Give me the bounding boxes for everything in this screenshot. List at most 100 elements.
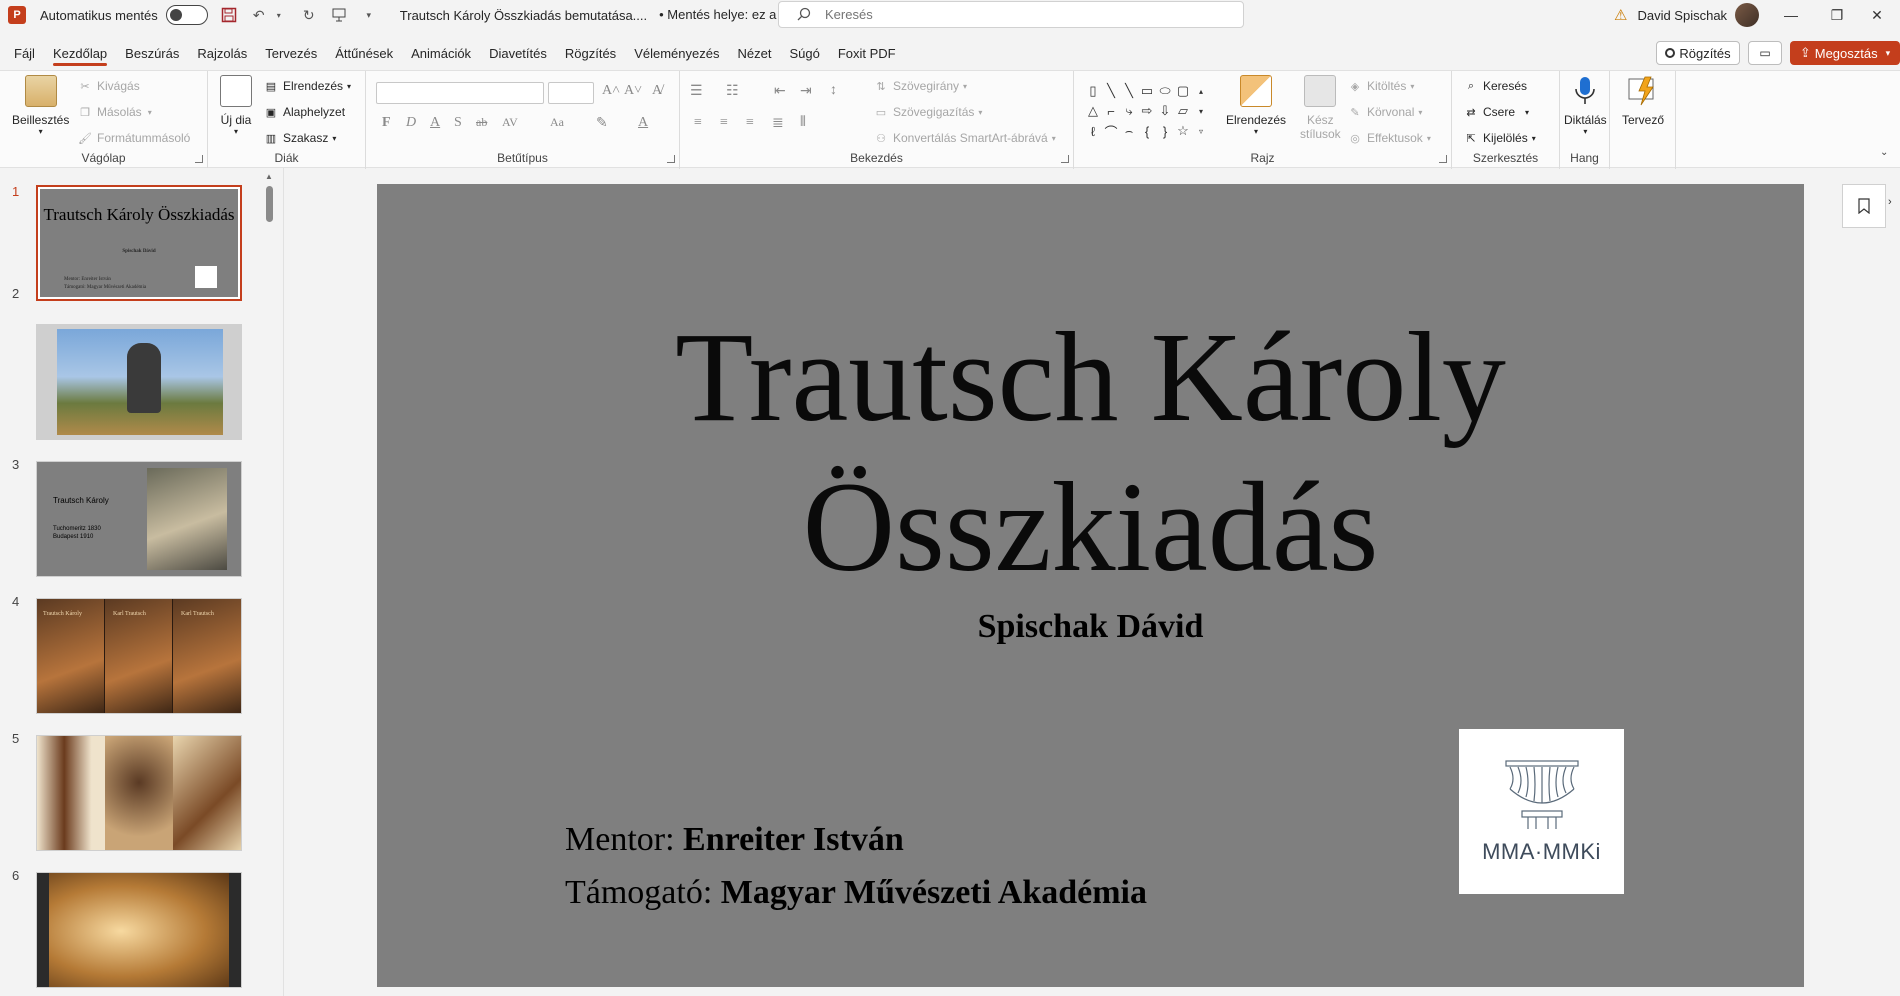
oval-icon[interactable]: ⬭ (1156, 81, 1174, 101)
tab-help[interactable]: Súgó (789, 41, 819, 66)
elbow-connector-icon[interactable]: ⌐ (1102, 101, 1120, 121)
text-direction-button[interactable]: ⇅ Szövegirány ▾ (874, 79, 967, 93)
dialog-launcher-icon[interactable] (1439, 155, 1447, 163)
shadow-button[interactable]: S (454, 115, 462, 131)
bullets-icon[interactable]: ☰ (690, 83, 703, 100)
slide-thumbnail-6[interactable] (36, 872, 242, 988)
shrink-font-icon[interactable]: A˅ (624, 83, 642, 99)
rectangle-icon[interactable]: ▭ (1138, 81, 1156, 101)
scrollbar-thumb[interactable] (266, 186, 273, 222)
tab-transitions[interactable]: Áttűnések (335, 41, 393, 66)
change-case-button[interactable]: Aa (550, 115, 564, 130)
dialog-launcher-icon[interactable] (667, 155, 675, 163)
pane-divider[interactable] (283, 168, 284, 996)
format-painter-button[interactable]: 🖌 Formátummásoló (78, 131, 190, 145)
tab-view[interactable]: Nézet (737, 41, 771, 66)
tab-record[interactable]: Rögzítés (565, 41, 616, 66)
slide-thumbnail-2[interactable] (36, 324, 242, 440)
line-spacing-icon[interactable]: ↕ (830, 83, 837, 99)
redo-icon[interactable]: ↻ (300, 6, 318, 24)
layout-button[interactable]: ▤ Elrendezés ▾ (264, 79, 351, 93)
highlight-icon[interactable]: ✎ (596, 115, 608, 132)
select-button[interactable]: ⇱ Kijelölés ▾ (1464, 131, 1535, 145)
present-icon[interactable] (330, 6, 348, 24)
bookmark-icon[interactable] (1842, 184, 1886, 228)
tab-foxit-pdf[interactable]: Foxit PDF (838, 41, 896, 66)
slide-thumbnail-3[interactable]: Trautsch Károly Tuchomeritz 1830 Budapes… (36, 461, 242, 577)
tab-file[interactable]: Fájl (14, 41, 35, 66)
shapes-gallery[interactable]: ▯ ╲ ╲ ▭ ⬭ ▢ ▴ △ ⌐ ⤷ ⇨ ⇩ ▱ ▾ ℓ ⌒ ⌢{} ☆ ▿ (1084, 81, 1216, 141)
chevron-right-icon[interactable]: › (1888, 196, 1892, 208)
section-button[interactable]: ▥ Szakasz ▾ (264, 131, 337, 145)
mma-logo[interactable]: MMA·MMKi (1459, 729, 1624, 894)
user-area[interactable]: ⚠ David Spischak (1614, 0, 1760, 30)
dialog-launcher-icon[interactable] (195, 155, 203, 163)
find-button[interactable]: ⌕ Keresés (1464, 79, 1527, 93)
comments-button[interactable]: ▭ (1748, 41, 1782, 65)
slide-thumbnail-5[interactable] (36, 735, 242, 851)
numbering-icon[interactable]: ☷ (726, 83, 739, 100)
brace-right-icon[interactable]: } (1156, 121, 1174, 141)
right-arrow-icon[interactable]: ⇨ (1138, 101, 1156, 121)
justify-icon[interactable]: ≣ (772, 115, 784, 132)
rounded-rectangle-icon[interactable]: ▢ (1174, 81, 1192, 101)
tab-animations[interactable]: Animációk (411, 41, 471, 66)
align-text-button[interactable]: ▭ Szövegigazítás ▾ (874, 105, 983, 119)
dialog-launcher-icon[interactable] (1061, 155, 1069, 163)
tab-review[interactable]: Véleményezés (634, 41, 719, 66)
tab-insert[interactable]: Beszúrás (125, 41, 179, 66)
scroll-up-icon[interactable]: ▲ (265, 172, 273, 181)
collapse-ribbon-icon[interactable]: ⌄ (1880, 147, 1888, 158)
save-icon[interactable] (220, 6, 238, 24)
freeform-icon[interactable]: ℓ (1084, 121, 1102, 141)
slide-thumbnail-4[interactable]: Trautsch Károly Karl Trautsch Karl Traut… (36, 598, 242, 714)
paste-button[interactable]: Beillesztés ▾ (12, 75, 69, 136)
textbox-icon[interactable]: ▯ (1084, 81, 1102, 101)
font-color-button[interactable]: A (638, 115, 648, 131)
strikethrough-button[interactable]: ab (476, 115, 487, 130)
undo-dropdown-icon[interactable]: ▾ (270, 6, 288, 24)
tab-home[interactable]: Kezdőlap (52, 41, 108, 66)
quick-styles-button[interactable]: Kész stílusok (1300, 75, 1341, 141)
reset-button[interactable]: ▣ Alaphelyzet (264, 105, 345, 119)
search-box[interactable] (778, 1, 1244, 28)
triangle-icon[interactable]: △ (1084, 101, 1102, 121)
curve-icon[interactable]: ⌢ (1120, 121, 1138, 141)
autosave-toggle[interactable] (165, 5, 208, 25)
clear-formatting-icon[interactable]: A̸ (652, 83, 662, 99)
new-slide-button[interactable]: Új dia ▾ (220, 75, 252, 136)
scroll-down-icon[interactable]: ▾ (1192, 101, 1210, 121)
brace-left-icon[interactable]: { (1138, 121, 1156, 141)
smartart-button[interactable]: ⚇ Konvertálás SmartArt-ábrává ▾ (874, 131, 1056, 145)
line-icon[interactable]: ╲ (1102, 81, 1120, 101)
close-icon[interactable]: ✕ (1854, 0, 1900, 30)
slide-subtitle[interactable]: Spischak Dávid (377, 608, 1804, 646)
decrease-indent-icon[interactable]: ⇤ (774, 83, 786, 100)
slide-title[interactable]: Trautsch Károly Összkiadás (377, 302, 1804, 602)
slide-thumbnail-1[interactable]: Trautsch Károly Összkiadás Spischak Dávi… (36, 185, 242, 301)
elbow-arrow-icon[interactable]: ⤷ (1120, 101, 1138, 121)
replace-button[interactable]: ⇄ Csere ▾ (1464, 105, 1529, 119)
star-icon[interactable]: ☆ (1174, 121, 1192, 141)
align-right-icon[interactable]: ≡ (746, 115, 754, 131)
shape-fill-button[interactable]: ◈ Kitöltés ▾ (1348, 79, 1415, 93)
copy-button[interactable]: ❐ Másolás ▾ (78, 105, 152, 119)
slide-canvas[interactable]: Trautsch Károly Összkiadás Spischak Dávi… (377, 184, 1804, 987)
grow-font-icon[interactable]: A˄ (602, 83, 620, 99)
bold-button[interactable]: F (382, 115, 391, 131)
designer-button[interactable]: Tervező (1622, 75, 1664, 127)
customize-toolbar-icon[interactable]: ▾ (360, 6, 378, 24)
share-button[interactable]: ⇪ Megosztás ▾ (1790, 41, 1900, 65)
minimize-icon[interactable]: — (1768, 0, 1814, 30)
undo-icon[interactable]: ↶ (250, 6, 268, 24)
thumbnail-scrollbar[interactable]: ▲ (265, 172, 274, 996)
arrange-button[interactable]: Elrendezés ▾ (1226, 75, 1286, 136)
tab-slideshow[interactable]: Diavetítés (489, 41, 547, 66)
warning-icon[interactable]: ⚠ (1614, 6, 1627, 24)
align-left-icon[interactable]: ≡ (694, 115, 702, 131)
tab-design[interactable]: Tervezés (265, 41, 317, 66)
shape-effects-button[interactable]: ◎ Effektusok ▾ (1348, 131, 1431, 145)
mentor-line[interactable]: Mentor: Enreiter István (565, 821, 904, 859)
down-arrow-icon[interactable]: ⇩ (1156, 101, 1174, 121)
font-size-combo[interactable] (548, 82, 594, 104)
